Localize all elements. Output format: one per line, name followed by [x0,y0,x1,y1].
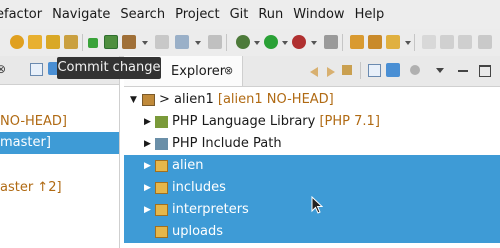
tree-item-label: interpreters [172,202,249,217]
view-menu-icon[interactable] [436,68,444,73]
expand-arrow-icon[interactable]: ▶ [144,177,151,199]
collapse-all-icon[interactable] [368,64,381,77]
menu-git[interactable]: Git [230,7,249,22]
filter-icon[interactable] [410,65,420,75]
folder-icon [155,160,168,172]
menu-navigate[interactable]: Navigate [52,7,110,22]
commit-change-tooltip: Commit change [57,57,161,79]
tree-row[interactable]: ▶ PHP Language Library [PHP 7.1] [124,111,500,133]
minimize-icon[interactable] [458,70,468,72]
add-icon[interactable] [88,38,98,48]
git-sync-icon[interactable] [64,35,78,49]
toolbar-separator [414,34,415,51]
debug-icon[interactable] [236,35,250,49]
close-icon[interactable]: ⊗ [0,62,6,76]
explorer-view: Explorer ⊗ ▼ > alien1 [alien1 NO-HEAD] ▶… [124,56,500,248]
expand-arrow-icon[interactable]: ▶ [144,133,151,155]
tree-item-label: PHP Include Path [172,136,282,151]
main-toolbar [0,29,500,57]
commit-change-icon[interactable] [104,35,118,49]
expand-arrow-icon[interactable]: ▶ [144,111,151,133]
toolbar-separator [82,34,83,51]
toolbar-separator [360,62,361,79]
tree-item-label: PHP Language Library [PHP 7.1] [172,114,380,129]
expand-arrow-icon[interactable]: ▶ [144,155,151,177]
branch-label: master] [0,135,51,150]
folder-icon [155,226,168,238]
history-icon[interactable] [155,35,169,49]
menu-search[interactable]: Search [120,7,165,22]
forward-icon[interactable] [327,67,335,77]
push-icon[interactable] [28,35,42,49]
explorer-tabbar: Explorer ⊗ [124,56,500,87]
git-project-icon [142,94,155,106]
tree-row-root[interactable]: ▼ > alien1 [alien1 NO-HEAD] [124,89,500,111]
pull-icon[interactable] [10,35,24,49]
folder-icon [155,204,168,216]
run-dropdown-icon[interactable] [282,41,288,45]
branch-label: NO-HEAD] [0,114,67,129]
tree-row[interactable]: ▶ PHP Include Path [124,133,500,155]
pin-icon[interactable] [386,35,400,49]
left-view-panel: ⊗ NO-HEAD] master] aster ↑2] [0,56,120,248]
tree-root-label: > alien1 [alien1 NO-HEAD] [159,92,334,107]
tree-item-label: includes [172,180,226,195]
tree-item-label: uploads [172,224,224,239]
menu-window[interactable]: Window [293,7,344,22]
menu-refactor[interactable]: efactor [0,7,42,22]
tree-item-label: alien [172,158,204,173]
repository-row[interactable]: aster ↑2] [0,177,62,199]
branch-dropdown-icon[interactable] [195,41,201,45]
link-with-editor-icon[interactable] [386,63,400,77]
toolbar-separator [342,34,343,51]
task-icon[interactable] [458,35,472,49]
maximize-icon[interactable] [479,65,491,77]
toolbar-separator [226,34,227,51]
menu-help[interactable]: Help [355,7,385,22]
external-tools-icon[interactable] [292,35,306,49]
branch-label: aster ↑2] [0,180,62,195]
stash-dropdown-icon[interactable] [142,41,148,45]
branch-label: [alien1 NO-HEAD] [217,92,334,107]
external-tools-dropdown-icon[interactable] [311,41,317,45]
library-icon [155,116,168,128]
outline-icon[interactable] [440,35,454,49]
collapse-arrow-icon[interactable]: ▼ [130,89,137,111]
annotation-icon[interactable] [422,35,436,49]
php-version-label: [PHP 7.1] [319,114,380,129]
back-icon[interactable] [310,67,318,77]
link-icon[interactable] [208,35,222,49]
menu-project[interactable]: Project [175,7,219,22]
new-folder-icon[interactable] [368,35,382,49]
mouse-cursor-icon [311,196,323,214]
open-folder-icon[interactable] [350,35,364,49]
close-icon[interactable]: ⊗ [224,64,233,77]
up-icon[interactable] [342,65,352,75]
menu-bar: efactor Navigate Search Project Git Run … [0,0,500,29]
fetch-icon[interactable] [46,35,60,49]
repository-row[interactable]: master] [0,132,119,154]
include-path-icon [155,138,168,150]
tree-row[interactable]: uploads [124,221,500,243]
expand-arrow-icon[interactable]: ▶ [144,199,151,221]
tree-row[interactable]: ▶ alien [124,155,500,177]
search-tool-icon[interactable] [478,35,492,49]
branch-icon[interactable] [175,35,189,49]
menu-run[interactable]: Run [258,7,283,22]
folder-icon [155,182,168,194]
debug-dropdown-icon[interactable] [254,41,260,45]
run-icon[interactable] [264,35,278,49]
explorer-tab-title: Explorer [171,64,226,79]
tool-icon[interactable] [324,35,338,49]
pin-dropdown-icon[interactable] [405,41,411,45]
repository-row[interactable]: NO-HEAD] [0,111,67,133]
stash-icon[interactable] [122,35,136,49]
collapse-all-icon[interactable] [30,63,43,76]
